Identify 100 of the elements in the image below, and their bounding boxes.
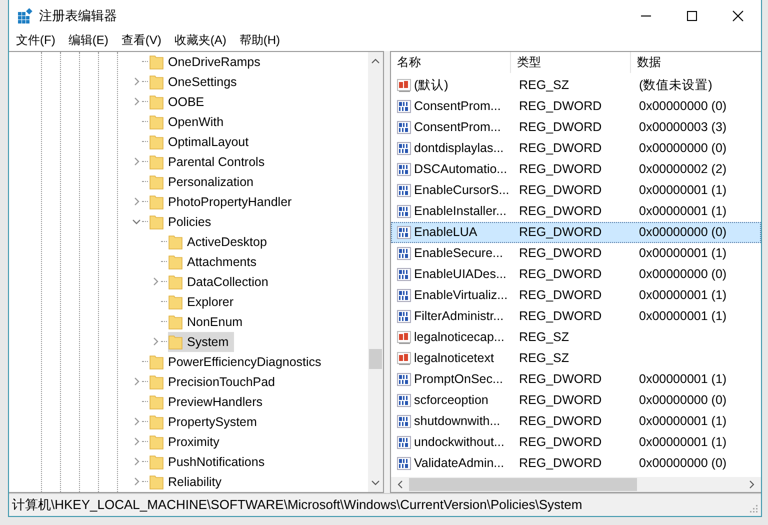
tree-item[interactable]: OneSettings <box>149 72 242 92</box>
folder-icon <box>168 274 183 290</box>
folder-icon <box>168 254 183 270</box>
table-row[interactable]: legalnoticecap... REG_SZ <box>391 326 761 348</box>
chevron-right-icon[interactable] <box>132 437 140 446</box>
menu-item[interactable]: 文件(F) <box>16 32 56 50</box>
close-icon <box>732 10 744 22</box>
value-name: ConsentProm... <box>414 120 501 134</box>
column-header[interactable]: 类型 <box>511 52 631 73</box>
value-data: 0x00000000 (0) <box>638 393 727 408</box>
scrollbar-thumb[interactable] <box>409 478 637 491</box>
table-row[interactable]: EnableInstaller... REG_DWORD 0x00000001 (1) <box>391 200 761 222</box>
chevron-right-icon[interactable] <box>132 197 140 206</box>
value-type: REG_DWORD <box>518 225 603 240</box>
chevron-right-icon[interactable] <box>132 417 140 426</box>
tree-item[interactable]: PropertySystem <box>149 412 262 432</box>
horizontal-scrollbar[interactable] <box>391 476 761 492</box>
tree-item[interactable]: Explorer <box>168 292 239 312</box>
value-name: EnableCursorS... <box>414 183 510 198</box>
value-data: 0x00000000 (0) <box>638 456 727 470</box>
tree-item[interactable]: PowerEfficiencyDiagnostics <box>149 352 326 372</box>
tree-item[interactable]: OneDriveRamps <box>149 52 266 72</box>
chevron-right-icon[interactable] <box>132 477 140 486</box>
value-type: REG_DWORD <box>518 435 603 450</box>
table-row[interactable]: (默认) REG_SZ (数值未设置) <box>391 74 761 96</box>
chevron-right-icon[interactable] <box>132 457 140 466</box>
table-row[interactable]: FilterAdministr... REG_DWORD 0x00000001 (1) <box>391 306 761 327</box>
column-header[interactable]: 数据 <box>631 52 761 73</box>
tree-item[interactable]: Attachments <box>168 252 262 272</box>
tree-item[interactable]: OpenWith <box>149 112 229 132</box>
value-type: REG_DWORD <box>518 393 603 408</box>
table-row[interactable]: ConsentProm... REG_DWORD 0x00000003 (3) <box>391 116 761 138</box>
value-data: 0x00000002 (2) <box>638 162 727 176</box>
folder-icon <box>149 354 164 370</box>
folder-icon <box>149 394 164 410</box>
table-row[interactable]: DSCAutomatio... REG_DWORD 0x00000002 (2) <box>391 158 761 180</box>
menu-item[interactable]: 收藏夹(A) <box>174 32 226 50</box>
value-name: EnableLUA <box>414 225 478 240</box>
table-row[interactable]: shutdownwith... REG_DWORD 0x00000001 (1) <box>391 410 761 432</box>
chevron-right-icon[interactable] <box>132 97 140 106</box>
value-type: REG_DWORD <box>518 120 603 134</box>
value-name: FilterAdministr... <box>414 309 504 324</box>
tree-item[interactable]: Personalization <box>149 172 258 192</box>
table-row[interactable]: legalnoticetext REG_SZ <box>391 348 761 369</box>
table-row[interactable]: PromptOnSec... REG_DWORD 0x00000001 (1) <box>391 368 761 390</box>
menu-item[interactable]: 查看(V) <box>121 32 162 50</box>
tree-item[interactable]: NonEnum <box>168 312 248 332</box>
value-type: REG_SZ <box>518 351 570 366</box>
menu-item[interactable]: 帮助(H) <box>239 32 280 50</box>
value-type: REG_DWORD <box>518 309 603 324</box>
table-row[interactable]: scforceoption REG_DWORD 0x00000000 (0) <box>391 390 761 411</box>
tree-item[interactable]: ActiveDesktop <box>168 232 272 252</box>
table-row[interactable]: EnableVirtualiz... REG_DWORD 0x00000001 (1) <box>391 284 761 306</box>
folder-icon <box>149 94 164 110</box>
table-row[interactable]: undockwithout... REG_DWORD 0x00000001 (1) <box>391 432 761 453</box>
table-row[interactable]: EnableSecure... REG_DWORD 0x00000001 (1) <box>391 242 761 264</box>
tree-item[interactable]: Parental Controls <box>149 152 270 172</box>
table-row[interactable]: EnableLUA REG_DWORD 0x00000000 (0) <box>391 222 761 243</box>
folder-icon <box>149 474 164 490</box>
tree-item[interactable]: PreviewHandlers <box>149 392 268 412</box>
tree-item[interactable]: PushNotifications <box>149 452 270 472</box>
column-header[interactable]: 名称 <box>391 52 511 73</box>
chevron-right-icon[interactable] <box>132 77 140 86</box>
folder-icon <box>168 314 183 330</box>
chevron-right-icon[interactable] <box>150 337 160 346</box>
tree-item[interactable]: OOBE <box>149 92 210 112</box>
tree-item[interactable]: DataCollection <box>168 272 274 292</box>
scroll-down-icon[interactable] <box>371 480 380 486</box>
tree-item[interactable]: Proximity <box>149 432 224 452</box>
folder-icon <box>149 434 164 450</box>
chevron-right-icon[interactable] <box>150 277 160 286</box>
folder-icon <box>149 194 164 210</box>
menu-item[interactable]: 编辑(E) <box>68 32 108 50</box>
scroll-up-icon[interactable] <box>371 58 380 64</box>
tree-item[interactable]: System <box>168 332 234 352</box>
scrollbar-thumb[interactable] <box>369 348 382 369</box>
table-row[interactable]: EnableUIADes... REG_DWORD 0x00000000 (0) <box>391 264 761 285</box>
table-row[interactable]: ValidateAdmin... REG_DWORD 0x00000000 (0) <box>391 452 761 474</box>
value-type: REG_DWORD <box>518 204 603 218</box>
value-type: REG_DWORD <box>518 414 603 428</box>
value-name: EnableUIADes... <box>414 267 506 282</box>
tree-item[interactable]: Policies <box>149 212 216 232</box>
value-type: REG_DWORD <box>518 456 603 470</box>
table-row[interactable]: EnableCursorS... REG_DWORD 0x00000001 (1) <box>391 180 761 201</box>
tree-item[interactable]: OptimalLayout <box>149 132 254 152</box>
scroll-left-icon[interactable] <box>397 480 403 489</box>
table-row[interactable]: dontdisplaylas... REG_DWORD 0x00000000 (0) <box>391 138 761 159</box>
vertical-scrollbar[interactable] <box>368 52 383 492</box>
value-name: ValidateAdmin... <box>414 456 504 470</box>
tree-item[interactable]: Reliability <box>149 472 226 492</box>
chevron-down-icon[interactable] <box>132 217 140 226</box>
folder-icon <box>149 54 164 70</box>
scroll-right-icon[interactable] <box>749 480 755 489</box>
chevron-right-icon[interactable] <box>132 377 140 386</box>
folder-icon <box>149 134 164 150</box>
resize-grip-icon[interactable] <box>748 503 758 513</box>
tree-item[interactable]: PhotoPropertyHandler <box>149 192 297 212</box>
tree-item[interactable]: PrecisionTouchPad <box>149 372 280 392</box>
table-row[interactable]: ConsentProm... REG_DWORD 0x00000000 (0) <box>391 96 761 117</box>
chevron-right-icon[interactable] <box>132 157 140 166</box>
